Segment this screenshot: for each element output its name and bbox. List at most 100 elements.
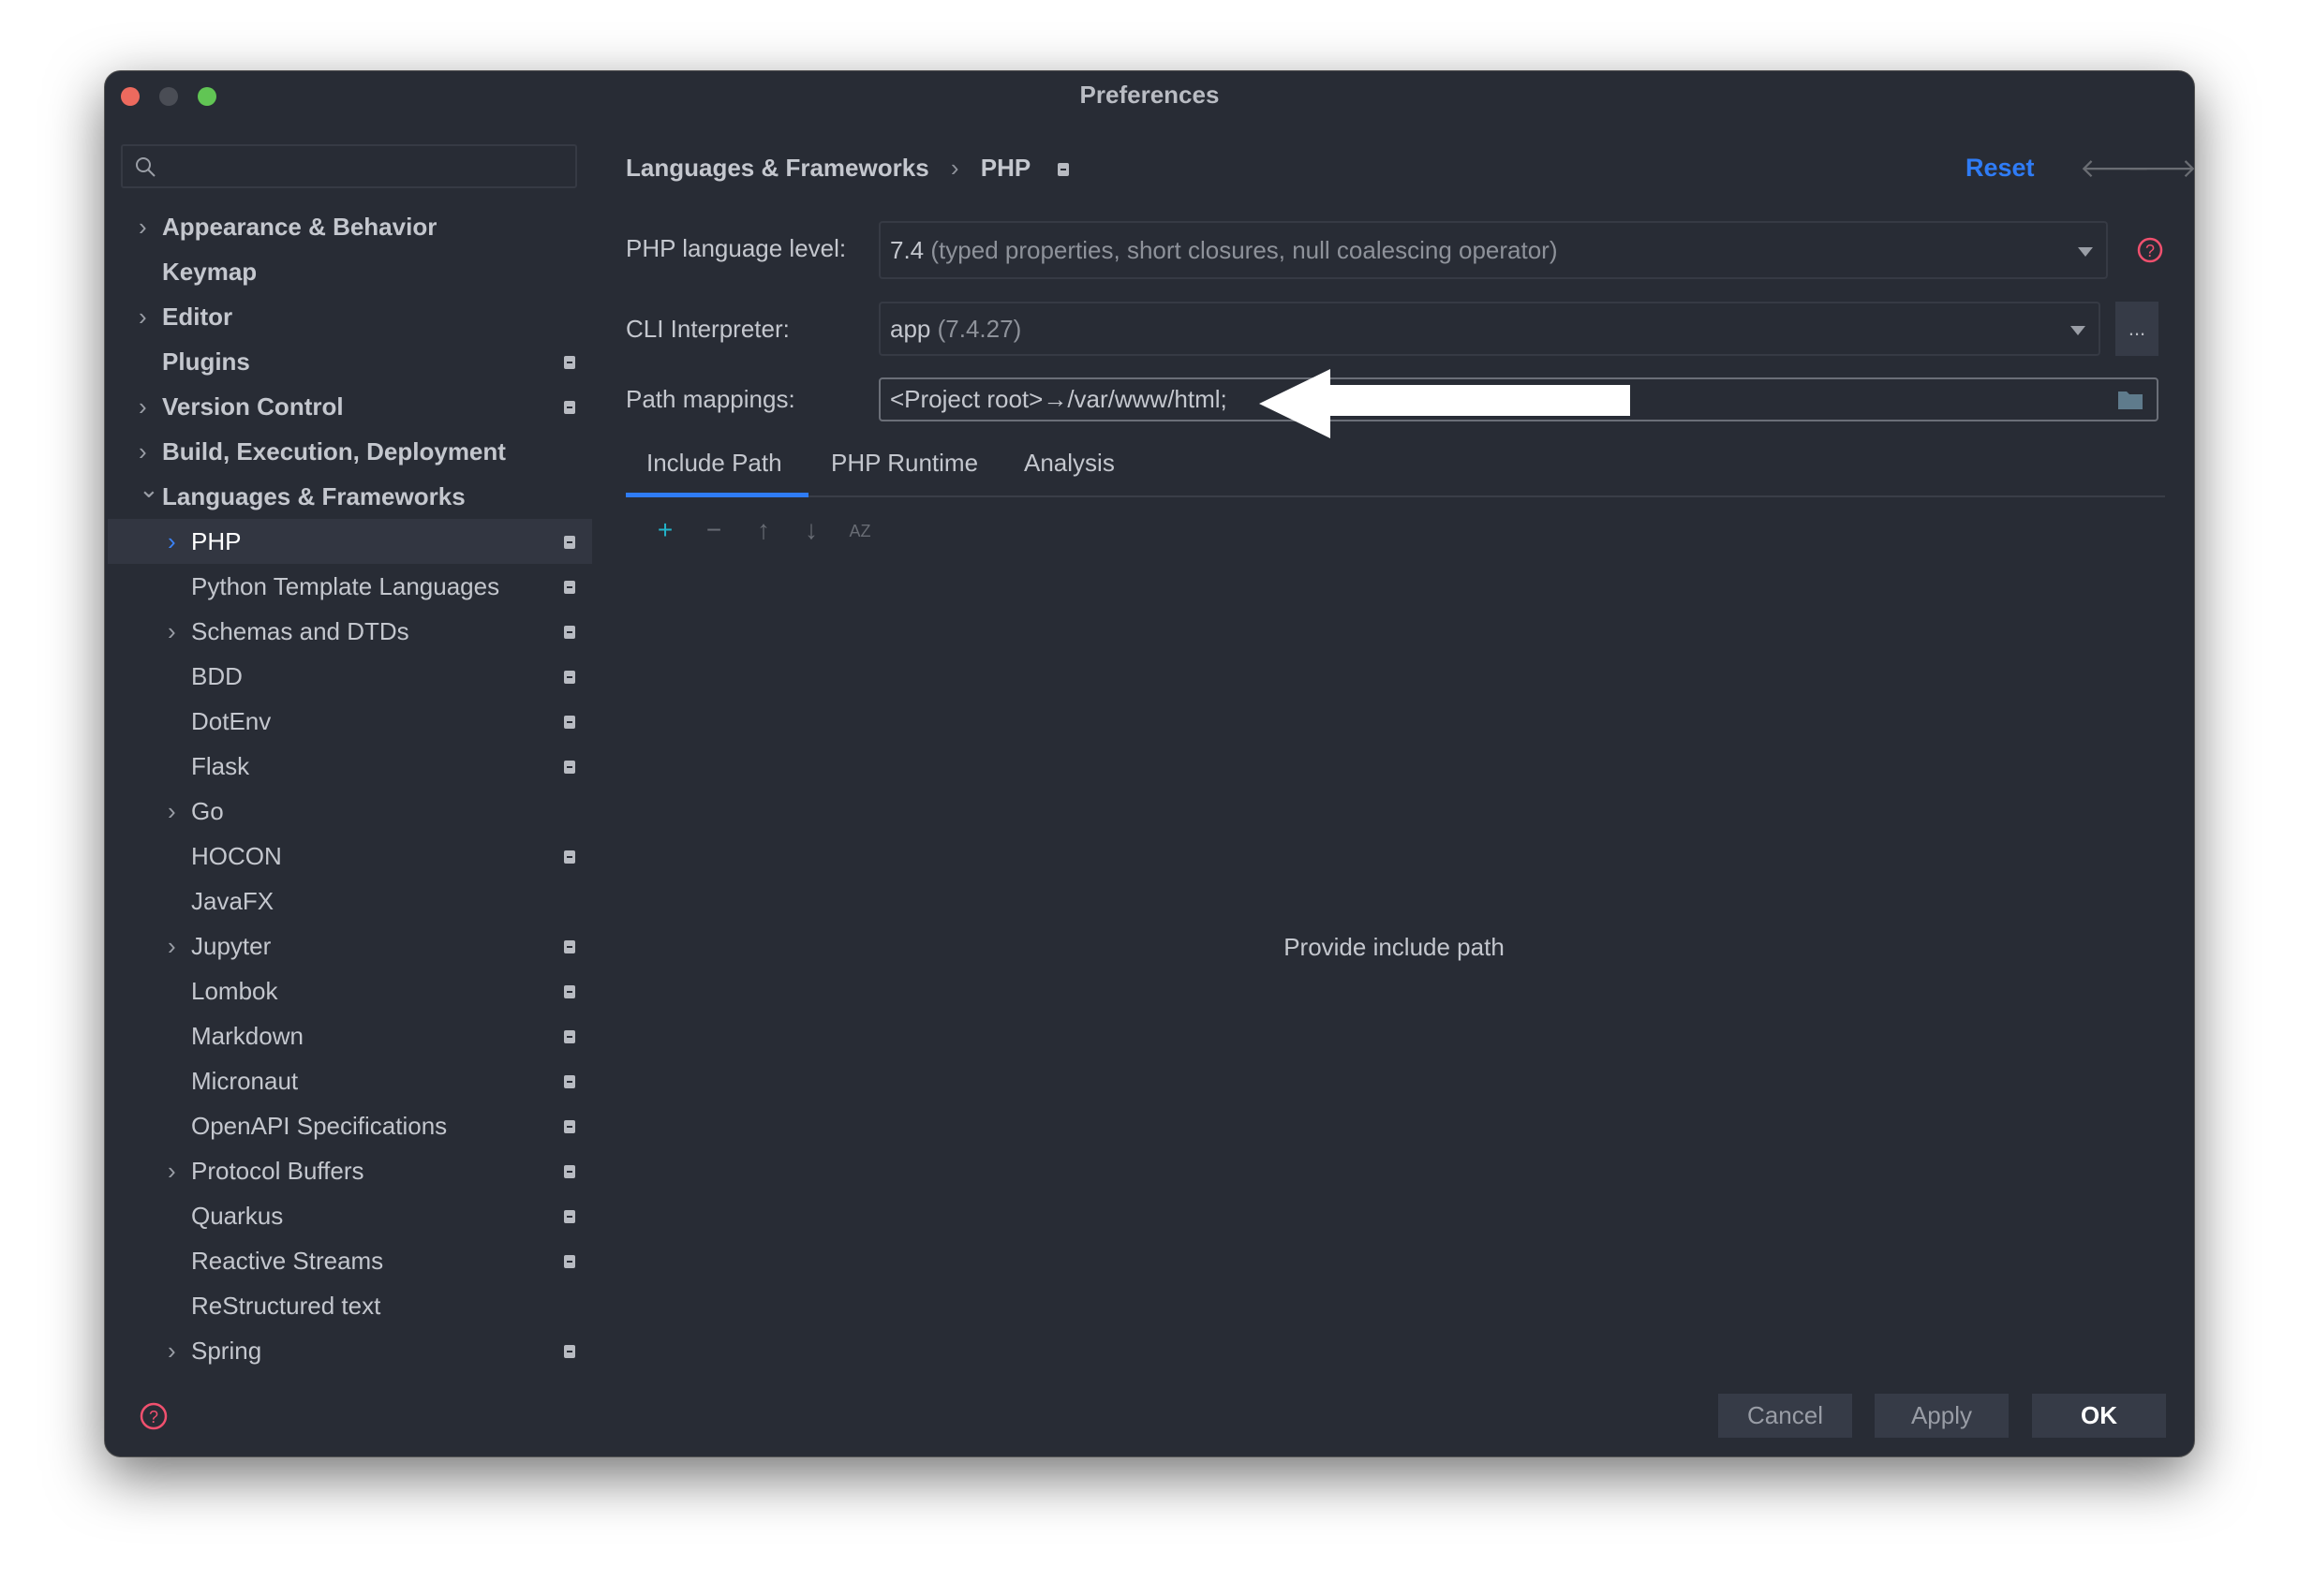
- empty-state-text: Provide include path: [1283, 933, 1505, 961]
- chevron-right-icon[interactable]: ›: [139, 384, 147, 429]
- cli-interpreter-label: CLI Interpreter:: [626, 315, 790, 343]
- sidebar-item[interactable]: › Spring: [108, 1328, 592, 1373]
- chevron-right-icon[interactable]: ›: [168, 519, 176, 564]
- tab-analysis[interactable]: Analysis: [1024, 449, 1115, 478]
- ok-button[interactable]: OK: [2032, 1394, 2166, 1438]
- sidebar-item-label: Protocol Buffers: [191, 1157, 364, 1185]
- sidebar-item[interactable]: › Jupyter: [108, 924, 592, 968]
- sidebar-item-label: Plugins: [162, 347, 250, 376]
- sidebar-item-label: PHP: [191, 527, 242, 555]
- sidebar-item[interactable]: Plugins: [108, 339, 592, 384]
- sidebar-item[interactable]: › Build, Execution, Deployment: [108, 429, 592, 474]
- window-title: Preferences: [1079, 81, 1220, 109]
- cancel-button[interactable]: Cancel: [1718, 1394, 1852, 1438]
- sidebar-item[interactable]: Flask: [108, 744, 592, 789]
- path-mappings-label: Path mappings:: [626, 385, 795, 413]
- help-icon[interactable]: ?: [2136, 236, 2164, 264]
- sidebar-item[interactable]: ⌄ Languages & Frameworks: [108, 474, 592, 519]
- sidebar-item[interactable]: › Go: [108, 789, 592, 834]
- remove-icon[interactable]: −: [700, 515, 728, 545]
- sidebar-item[interactable]: BDD: [108, 654, 592, 699]
- folder-icon[interactable]: [2117, 389, 2143, 411]
- sidebar-item[interactable]: Python Template Languages: [108, 564, 592, 609]
- sidebar-item[interactable]: › Editor: [108, 294, 592, 339]
- sidebar-item[interactable]: › Schemas and DTDs: [108, 609, 592, 654]
- move-up-icon[interactable]: ↑: [749, 515, 778, 545]
- chevron-right-icon[interactable]: ›: [168, 1328, 176, 1373]
- project-scope-icon: [564, 356, 575, 369]
- chevron-right-icon[interactable]: ›: [168, 609, 176, 654]
- sidebar-item-label: OpenAPI Specifications: [191, 1112, 448, 1140]
- sidebar-item[interactable]: Keymap: [108, 249, 592, 294]
- sidebar-item[interactable]: OpenAPI Specifications: [108, 1103, 592, 1148]
- settings-search-input[interactable]: [121, 144, 577, 188]
- tab-php-runtime[interactable]: PHP Runtime: [831, 449, 978, 478]
- chevron-right-icon[interactable]: ›: [139, 204, 147, 249]
- chevron-down-icon[interactable]: ⌄: [139, 466, 159, 511]
- tab-include-path[interactable]: Include Path: [646, 449, 782, 478]
- cli-interpreter-version: (7.4.27): [937, 315, 1022, 343]
- breadcrumb-item: PHP: [980, 154, 1031, 182]
- project-scope-icon: [564, 761, 575, 774]
- sidebar-item-label: Languages & Frameworks: [162, 482, 466, 510]
- sidebar-item[interactable]: DotEnv: [108, 699, 592, 744]
- chevron-down-icon: [2070, 326, 2085, 335]
- sidebar-item-label: JavaFX: [191, 887, 274, 915]
- svg-text:?: ?: [2145, 242, 2155, 260]
- project-scope-icon: [564, 940, 575, 953]
- project-scope-icon: [564, 985, 575, 998]
- project-scope-icon: [564, 581, 575, 594]
- sidebar-item-label: Keymap: [162, 258, 258, 286]
- language-level-select[interactable]: 7.4 (typed properties, short closures, n…: [879, 221, 2108, 279]
- tab-divider: [626, 495, 2165, 497]
- sidebar-item-label: Editor: [162, 303, 233, 331]
- chevron-right-icon[interactable]: ›: [168, 789, 176, 834]
- apply-button[interactable]: Apply: [1875, 1394, 2009, 1438]
- sidebar-item[interactable]: Quarkus: [108, 1193, 592, 1238]
- project-scope-icon: [1058, 163, 1070, 176]
- project-scope-icon: [564, 1120, 575, 1133]
- sidebar-item-label: Schemas and DTDs: [191, 617, 409, 645]
- add-icon[interactable]: +: [651, 515, 679, 545]
- sidebar-item[interactable]: Reactive Streams: [108, 1238, 592, 1283]
- sidebar-item[interactable]: › PHP: [108, 519, 592, 564]
- sort-icon[interactable]: AZ: [846, 522, 874, 541]
- sidebar-item[interactable]: › Appearance & Behavior: [108, 204, 592, 249]
- sidebar-item-label: Flask: [191, 752, 250, 780]
- sidebar-item-label: Reactive Streams: [191, 1247, 384, 1275]
- project-scope-icon: [564, 536, 575, 549]
- sidebar-item[interactable]: › Version Control: [108, 384, 592, 429]
- sidebar-item[interactable]: Lombok: [108, 968, 592, 1013]
- cli-interpreter-more-button[interactable]: ...: [2115, 302, 2158, 356]
- sidebar-item[interactable]: JavaFX: [108, 879, 592, 924]
- chevron-right-icon[interactable]: ›: [168, 1148, 176, 1193]
- breadcrumb-item[interactable]: Languages & Frameworks: [626, 154, 929, 182]
- breadcrumb-separator-icon: ›: [950, 154, 959, 182]
- project-scope-icon: [564, 1165, 575, 1178]
- sidebar-item-label: Jupyter: [191, 932, 272, 960]
- sidebar-item-label: Build, Execution, Deployment: [162, 437, 506, 466]
- project-scope-icon: [564, 850, 575, 864]
- sidebar-item[interactable]: ReStructured text: [108, 1283, 592, 1328]
- reset-link[interactable]: Reset: [1965, 154, 2035, 183]
- sidebar-item[interactable]: HOCON: [108, 834, 592, 879]
- annotation-arrow-icon: [1259, 369, 1630, 438]
- project-scope-icon: [564, 1345, 575, 1358]
- sidebar-item-label: Micronaut: [191, 1067, 299, 1095]
- project-scope-icon: [564, 1030, 575, 1043]
- sidebar-item-label: Spring: [191, 1337, 262, 1365]
- sidebar-item[interactable]: › Protocol Buffers: [108, 1148, 592, 1193]
- project-scope-icon: [564, 1075, 575, 1088]
- chevron-right-icon[interactable]: ›: [139, 294, 147, 339]
- cli-interpreter-value: app: [890, 315, 931, 343]
- help-icon[interactable]: ?: [139, 1401, 169, 1431]
- project-scope-icon: [564, 716, 575, 729]
- sidebar-item[interactable]: Micronaut: [108, 1058, 592, 1103]
- sidebar-item[interactable]: Markdown: [108, 1013, 592, 1058]
- move-down-icon[interactable]: ↓: [797, 515, 825, 545]
- search-icon: [136, 157, 156, 177]
- forward-arrow-icon[interactable]: 🡒: [2127, 152, 2194, 184]
- chevron-right-icon[interactable]: ›: [168, 924, 176, 968]
- active-tab-indicator: [626, 493, 808, 497]
- cli-interpreter-select[interactable]: app (7.4.27): [879, 302, 2100, 356]
